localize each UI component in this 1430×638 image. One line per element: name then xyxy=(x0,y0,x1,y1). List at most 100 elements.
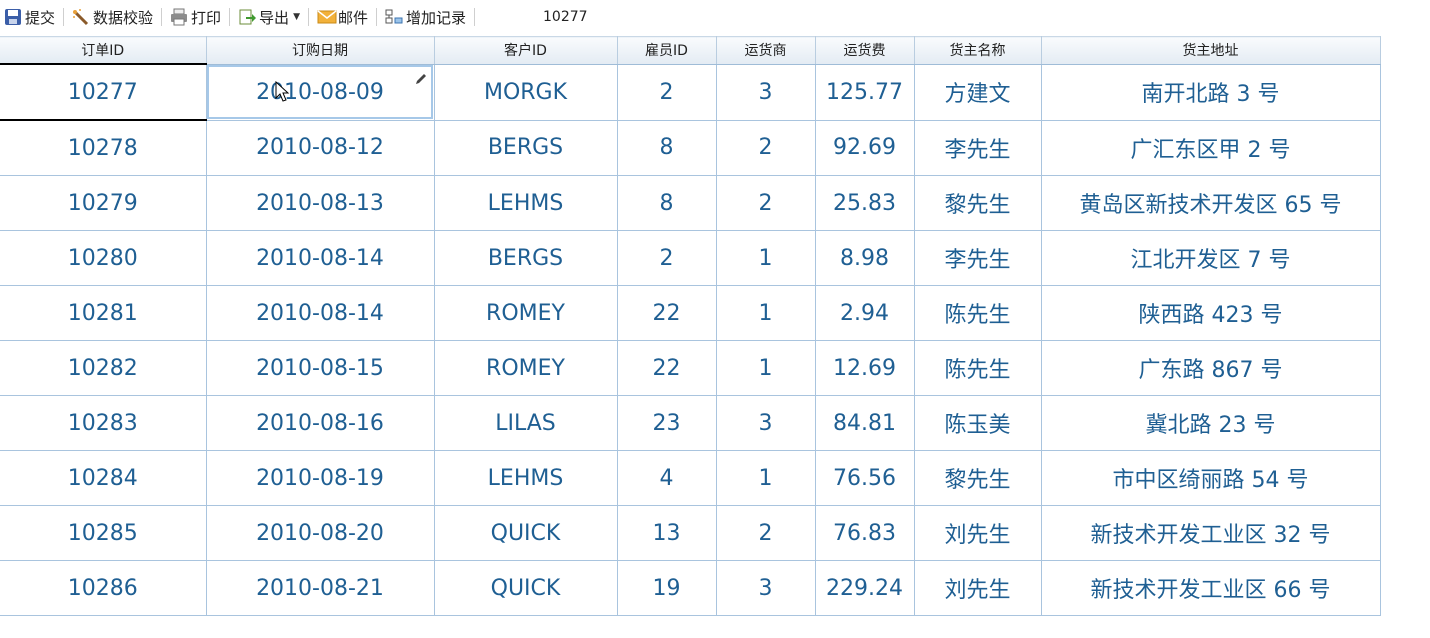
ship-name-cell[interactable]: 李先生 xyxy=(914,120,1042,176)
customer-id-cell[interactable]: MORGK xyxy=(434,64,618,121)
ship-address-cell[interactable]: 陕西路 423 号 xyxy=(1041,285,1381,341)
export-button[interactable]: 导出 ▼ xyxy=(234,5,304,29)
column-header-ship-name[interactable]: 货主名称 xyxy=(914,36,1042,65)
order-date-cell[interactable]: 2010-08-09 xyxy=(206,64,435,121)
ship-address-cell[interactable]: 广东路 867 号 xyxy=(1041,340,1381,396)
ship-address-cell[interactable]: 市中区绮丽路 54 号 xyxy=(1041,450,1381,506)
order-date-cell[interactable]: 2010-08-14 xyxy=(206,285,435,341)
ship-address-cell[interactable]: 南开北路 3 号 xyxy=(1041,64,1381,121)
ship-name-cell[interactable]: 陈先生 xyxy=(914,285,1042,341)
freight-cell[interactable]: 84.81 xyxy=(815,395,915,451)
order-date-cell[interactable]: 2010-08-15 xyxy=(206,340,435,396)
column-header-customer-id[interactable]: 客户ID xyxy=(434,36,618,65)
freight-cell[interactable]: 76.83 xyxy=(815,505,915,561)
order-id-cell[interactable]: 10283 xyxy=(0,395,207,451)
add-record-button[interactable]: 增加记录 xyxy=(381,5,470,29)
freight-cell[interactable]: 25.83 xyxy=(815,175,915,231)
ship-name-cell[interactable]: 刘先生 xyxy=(914,505,1042,561)
submit-button[interactable]: 提交 xyxy=(0,5,59,29)
customer-id-cell[interactable]: ROMEY xyxy=(434,285,618,341)
freight-cell[interactable]: 8.98 xyxy=(815,230,915,286)
customer-id-cell[interactable]: BERGS xyxy=(434,230,618,286)
customer-id-cell[interactable]: BERGS xyxy=(434,120,618,176)
freight-cell[interactable]: 12.69 xyxy=(815,340,915,396)
order-id-cell[interactable]: 10286 xyxy=(0,560,207,616)
order-id-cell[interactable]: 10282 xyxy=(0,340,207,396)
table-row[interactable]: 10279 2010-08-13 LEHMS 8 2 25.83 黎先生 黄岛区新技术开发区 … xyxy=(0,175,1381,231)
customer-id-cell[interactable]: LILAS xyxy=(434,395,618,451)
ship-address-cell[interactable]: 新技术开发工业区 66 号 xyxy=(1041,560,1381,616)
order-date-cell[interactable]: 2010-08-20 xyxy=(206,505,435,561)
table-row[interactable]: 10278 2010-08-12 BERGS 8 2 92.69 李先生 广汇东区甲 2 号 xyxy=(0,120,1381,176)
employee-id-cell[interactable]: 2 xyxy=(617,64,717,121)
order-id-cell[interactable]: 10280 xyxy=(0,230,207,286)
table-row[interactable]: 10281 2010-08-14 ROMEY 22 1 2.94 陈先生 陕西路 423 号 xyxy=(0,285,1381,341)
shipper-cell[interactable]: 3 xyxy=(716,560,816,616)
freight-cell[interactable]: 2.94 xyxy=(815,285,915,341)
shipper-cell[interactable]: 3 xyxy=(716,395,816,451)
column-header-employee-id[interactable]: 雇员ID xyxy=(617,36,717,65)
employee-id-cell[interactable]: 8 xyxy=(617,120,717,176)
shipper-cell[interactable]: 3 xyxy=(716,64,816,121)
ship-name-cell[interactable]: 李先生 xyxy=(914,230,1042,286)
order-date-cell[interactable]: 2010-08-12 xyxy=(206,120,435,176)
ship-address-cell[interactable]: 江北开发区 7 号 xyxy=(1041,230,1381,286)
column-header-order-date[interactable]: 订购日期 xyxy=(206,36,435,65)
ship-address-cell[interactable]: 冀北路 23 号 xyxy=(1041,395,1381,451)
order-id-cell[interactable]: 10285 xyxy=(0,505,207,561)
order-id-cell[interactable]: 10281 xyxy=(0,285,207,341)
column-header-ship-address[interactable]: 货主地址 xyxy=(1041,36,1381,65)
shipper-cell[interactable]: 2 xyxy=(716,120,816,176)
employee-id-cell[interactable]: 4 xyxy=(617,450,717,506)
table-row[interactable]: 10283 2010-08-16 LILAS 23 3 84.81 陈玉美 冀北路 23 号 xyxy=(0,395,1381,451)
freight-cell[interactable]: 125.77 xyxy=(815,64,915,121)
customer-id-cell[interactable]: QUICK xyxy=(434,505,618,561)
ship-address-cell[interactable]: 黄岛区新技术开发区 65 号 xyxy=(1041,175,1381,231)
column-header-shipper[interactable]: 运货商 xyxy=(716,36,816,65)
order-date-cell[interactable]: 2010-08-14 xyxy=(206,230,435,286)
ship-name-cell[interactable]: 方建文 xyxy=(914,64,1042,121)
employee-id-cell[interactable]: 22 xyxy=(617,340,717,396)
order-id-cell[interactable]: 10278 xyxy=(0,120,207,176)
customer-id-cell[interactable]: ROMEY xyxy=(434,340,618,396)
ship-name-cell[interactable]: 刘先生 xyxy=(914,560,1042,616)
shipper-cell[interactable]: 2 xyxy=(716,175,816,231)
employee-id-cell[interactable]: 8 xyxy=(617,175,717,231)
order-id-cell[interactable]: 10279 xyxy=(0,175,207,231)
employee-id-cell[interactable]: 13 xyxy=(617,505,717,561)
table-row[interactable]: 10277 2010-08-09 MORGK 2 3 125.77 方建文 南开北路 3 号 xyxy=(0,63,1381,121)
order-id-cell[interactable]: 10284 xyxy=(0,450,207,506)
shipper-cell[interactable]: 1 xyxy=(716,340,816,396)
employee-id-cell[interactable]: 2 xyxy=(617,230,717,286)
ship-name-cell[interactable]: 黎先生 xyxy=(914,450,1042,506)
table-row[interactable]: 10284 2010-08-19 LEHMS 4 1 76.56 黎先生 市中区绮丽路 54 … xyxy=(0,450,1381,506)
edit-pencil-icon[interactable] xyxy=(414,67,428,84)
table-row[interactable]: 10285 2010-08-20 QUICK 13 2 76.83 刘先生 新技术开发工业区 … xyxy=(0,505,1381,561)
shipper-cell[interactable]: 1 xyxy=(716,450,816,506)
ship-address-cell[interactable]: 广汇东区甲 2 号 xyxy=(1041,120,1381,176)
ship-name-cell[interactable]: 黎先生 xyxy=(914,175,1042,231)
shipper-cell[interactable]: 1 xyxy=(716,230,816,286)
ship-address-cell[interactable]: 新技术开发工业区 32 号 xyxy=(1041,505,1381,561)
mail-button[interactable]: 邮件 xyxy=(313,5,372,29)
validate-button[interactable]: 数据校验 xyxy=(68,5,157,29)
order-id-cell[interactable]: 10277 xyxy=(0,63,207,121)
column-header-order-id[interactable]: 订单ID xyxy=(0,36,207,65)
table-row[interactable]: 10280 2010-08-14 BERGS 2 1 8.98 李先生 江北开发区 7 号 xyxy=(0,230,1381,286)
column-header-freight[interactable]: 运货费 xyxy=(815,36,915,65)
freight-cell[interactable]: 76.56 xyxy=(815,450,915,506)
order-date-cell[interactable]: 2010-08-16 xyxy=(206,395,435,451)
employee-id-cell[interactable]: 19 xyxy=(617,560,717,616)
freight-cell[interactable]: 92.69 xyxy=(815,120,915,176)
shipper-cell[interactable]: 1 xyxy=(716,285,816,341)
ship-name-cell[interactable]: 陈玉美 xyxy=(914,395,1042,451)
order-date-cell[interactable]: 2010-08-21 xyxy=(206,560,435,616)
table-row[interactable]: 10282 2010-08-15 ROMEY 22 1 12.69 陈先生 广东路 867 号 xyxy=(0,340,1381,396)
employee-id-cell[interactable]: 22 xyxy=(617,285,717,341)
table-row[interactable]: 10286 2010-08-21 QUICK 19 3 229.24 刘先生 新技术开发工业区… xyxy=(0,560,1381,616)
customer-id-cell[interactable]: LEHMS xyxy=(434,175,618,231)
customer-id-cell[interactable]: LEHMS xyxy=(434,450,618,506)
shipper-cell[interactable]: 2 xyxy=(716,505,816,561)
employee-id-cell[interactable]: 23 xyxy=(617,395,717,451)
print-button[interactable]: 打印 xyxy=(166,5,225,29)
